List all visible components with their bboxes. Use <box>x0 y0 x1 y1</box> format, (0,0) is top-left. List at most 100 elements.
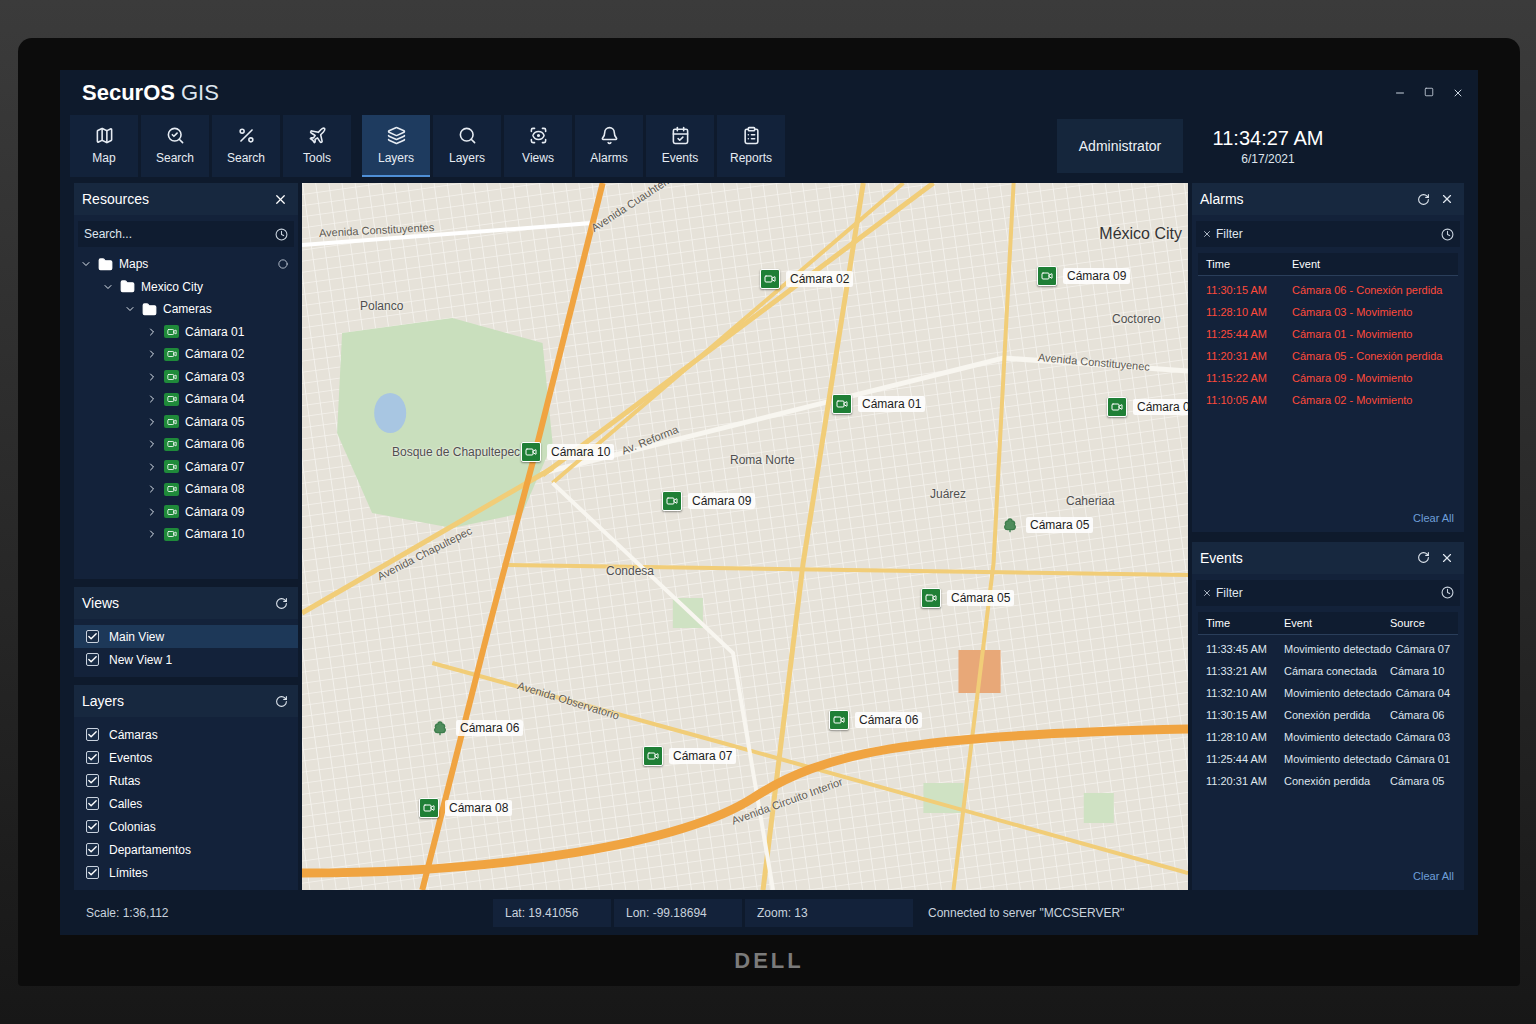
camera-pin[interactable]: Cámara 05 <box>1000 515 1093 535</box>
toolbar-button[interactable]: Layers <box>433 115 501 177</box>
toolbar-button[interactable]: Search <box>141 115 209 177</box>
table-row[interactable]: 11:33:21 AMCámara conectadaCámara 10 <box>1198 660 1458 682</box>
camera-pin[interactable]: Cámara 05 <box>921 588 1014 608</box>
filter-field[interactable] <box>1196 580 1460 606</box>
tree-item[interactable]: Cámara 02 <box>74 343 298 366</box>
table-row[interactable]: 11:20:31 AMConexión perdidaCámara 05 <box>1198 770 1458 792</box>
chevron-right-icon[interactable] <box>146 528 158 540</box>
tree-item[interactable]: Cameras <box>74 298 298 321</box>
table-row[interactable]: 11:25:44 AMCámara 01 - Movimiento <box>1198 323 1458 345</box>
clear-icon[interactable] <box>1202 229 1212 239</box>
layer-item[interactable]: Límites <box>74 861 298 884</box>
layer-item[interactable]: Eventos <box>74 746 298 769</box>
view-item[interactable]: New View 1 <box>74 648 298 671</box>
clock-icon[interactable] <box>1441 586 1454 599</box>
tree-item[interactable]: Maps <box>74 253 298 276</box>
camera-pin[interactable]: Cámara 08 <box>419 798 512 818</box>
tree-item[interactable]: Cámara 05 <box>74 411 298 434</box>
layer-checkbox[interactable] <box>86 797 99 810</box>
refresh-icon[interactable] <box>275 597 288 610</box>
layer-item[interactable]: Rutas <box>74 769 298 792</box>
layer-item[interactable]: Cámaras <box>74 723 298 746</box>
clear-all-button[interactable]: Clear All <box>1403 864 1464 890</box>
tree-item[interactable]: Cámara 09 <box>74 501 298 524</box>
table-row[interactable]: 11:15:22 AMCámara 09 - Movimiento <box>1198 367 1458 389</box>
layer-item[interactable]: Colonias <box>74 815 298 838</box>
toolbar-button[interactable]: Layers <box>362 115 430 177</box>
column-header[interactable]: Time <box>1206 617 1280 629</box>
table-row[interactable]: 11:33:45 AMMovimiento detectadoCámara 07 <box>1198 638 1458 660</box>
chevron-down-icon[interactable] <box>124 303 136 315</box>
toolbar-button[interactable]: Search <box>212 115 280 177</box>
table-row[interactable]: 11:20:31 AMCámara 05 - Conexión perdida <box>1198 345 1458 367</box>
chevron-right-icon[interactable] <box>146 393 158 405</box>
table-row[interactable]: 11:10:05 AMCámara 02 - Movimiento <box>1198 389 1458 411</box>
chevron-down-icon[interactable] <box>80 258 92 270</box>
layer-checkbox[interactable] <box>86 820 99 833</box>
layer-checkbox[interactable] <box>86 843 99 856</box>
chevron-down-icon[interactable] <box>102 281 114 293</box>
tree-item[interactable]: Cámara 07 <box>74 456 298 479</box>
table-row[interactable]: 11:25:44 AMMovimiento detectadoCámara 01 <box>1198 748 1458 770</box>
column-header[interactable]: Event <box>1292 258 1450 270</box>
layer-item[interactable]: Calles <box>74 792 298 815</box>
tree-item[interactable]: Cámara 10 <box>74 523 298 546</box>
column-header[interactable]: Event <box>1284 617 1386 629</box>
chevron-right-icon[interactable] <box>146 483 158 495</box>
layer-checkbox[interactable] <box>86 751 99 764</box>
toolbar-button[interactable]: Alarms <box>575 115 643 177</box>
table-row[interactable]: 11:32:10 AMMovimiento detectadoCámara 04 <box>1198 682 1458 704</box>
toolbar-button[interactable]: Events <box>646 115 714 177</box>
camera-pin[interactable]: Cámara 07 <box>643 746 736 766</box>
user-name[interactable]: Administrator <box>1057 119 1183 173</box>
refresh-icon[interactable] <box>1417 551 1430 564</box>
toolbar-button[interactable]: Map <box>70 115 138 177</box>
filter-input[interactable] <box>1216 225 1437 243</box>
layer-item[interactable]: Departamentos <box>74 838 298 861</box>
filter-field[interactable] <box>1196 221 1460 247</box>
camera-pin[interactable]: Cámara 01 <box>832 394 925 414</box>
view-item[interactable]: Main View <box>74 625 298 648</box>
chevron-right-icon[interactable] <box>146 371 158 383</box>
column-header[interactable]: Source <box>1390 617 1450 629</box>
toolbar-button[interactable]: Views <box>504 115 572 177</box>
camera-pin[interactable]: Cámara 09 <box>1037 266 1130 286</box>
chevron-right-icon[interactable] <box>146 326 158 338</box>
map-base[interactable] <box>302 183 1188 890</box>
tree-item[interactable]: Cámara 04 <box>74 388 298 411</box>
search-input[interactable] <box>84 225 271 243</box>
chevron-right-icon[interactable] <box>146 461 158 473</box>
tree-item[interactable]: Cámara 08 <box>74 478 298 501</box>
refresh-icon[interactable] <box>1417 193 1430 206</box>
search-field[interactable] <box>78 221 294 247</box>
maximize-icon[interactable] <box>1424 87 1434 97</box>
view-checkbox[interactable] <box>86 630 99 643</box>
table-row[interactable]: 11:30:15 AMConexión perdidaCámara 06 <box>1198 704 1458 726</box>
camera-pin[interactable]: Cámara 06 <box>829 710 922 730</box>
map-view[interactable]: Avenida ConstituyentesPolancoBosque de C… <box>302 183 1188 890</box>
clock-icon[interactable] <box>275 228 288 241</box>
clear-icon[interactable] <box>1202 588 1212 598</box>
tree-item[interactable]: Cámara 03 <box>74 366 298 389</box>
close-icon[interactable] <box>1440 551 1454 565</box>
close-icon[interactable] <box>1452 87 1464 99</box>
circle-icon[interactable] <box>278 259 288 269</box>
camera-pin[interactable]: Cámara 10 <box>521 442 614 462</box>
tree-item[interactable]: Cámara 01 <box>74 321 298 344</box>
view-checkbox[interactable] <box>86 653 99 666</box>
chevron-right-icon[interactable] <box>146 506 158 518</box>
chevron-right-icon[interactable] <box>146 348 158 360</box>
chevron-right-icon[interactable] <box>146 416 158 428</box>
chevron-right-icon[interactable] <box>146 438 158 450</box>
table-row[interactable]: 11:30:15 AMCámara 06 - Conexión perdida <box>1198 279 1458 301</box>
toolbar-button[interactable]: Tools <box>283 115 351 177</box>
column-header[interactable]: Time <box>1206 258 1288 270</box>
tree-item[interactable]: Mexico City <box>74 276 298 299</box>
tree-item[interactable]: Cámara 06 <box>74 433 298 456</box>
camera-pin[interactable]: Cámara 09 <box>1107 397 1188 417</box>
minimize-icon[interactable] <box>1394 87 1406 99</box>
clock-icon[interactable] <box>1441 228 1454 241</box>
camera-pin[interactable]: Cámara 02 <box>760 269 853 289</box>
filter-input[interactable] <box>1216 584 1437 602</box>
table-row[interactable]: 11:28:10 AMCámara 03 - Movimiento <box>1198 301 1458 323</box>
